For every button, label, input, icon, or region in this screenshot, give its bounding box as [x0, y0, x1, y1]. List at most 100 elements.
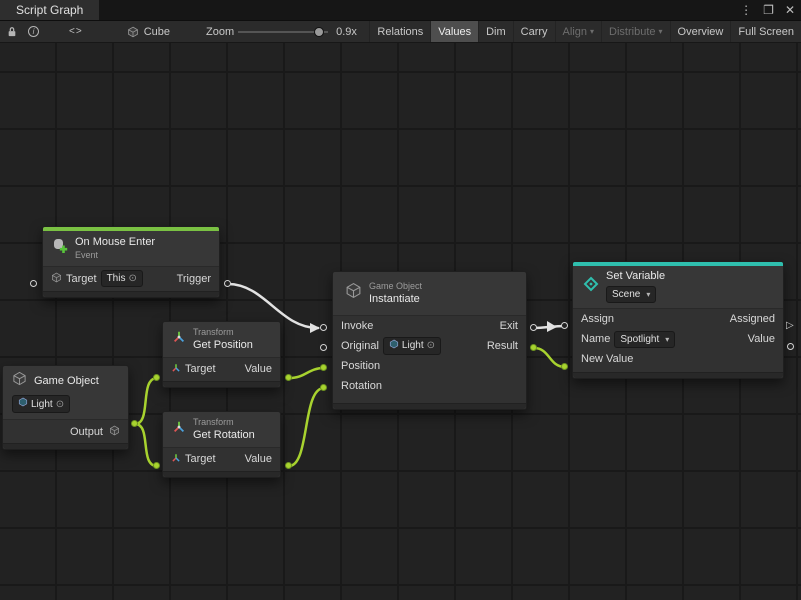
chevron-down-icon: ▾ — [590, 27, 594, 36]
node-title: Get Position — [193, 339, 253, 352]
code-icon[interactable]: <> — [69, 26, 83, 37]
transform-type-icon — [171, 453, 181, 466]
lock-icon[interactable] — [7, 26, 17, 37]
node-header: Game Object — [3, 366, 128, 393]
port-setvariable-newvalue[interactable] — [561, 363, 568, 370]
transform-icon — [172, 420, 186, 439]
node-on-mouse-enter[interactable]: On Mouse Enter Event Target This ⊙ Trigg… — [42, 226, 220, 298]
node-footer — [3, 443, 128, 449]
overview-button[interactable]: Overview — [670, 21, 731, 42]
mouse-enter-event-icon — [52, 238, 68, 259]
menu-icon[interactable]: ⋮ — [740, 3, 752, 17]
node-set-variable[interactable]: Set Variable Scene ▾ Assign Assigned Nam… — [572, 261, 784, 379]
original-object-field[interactable]: Light ⊙ — [383, 337, 441, 355]
port-label-original: Original — [341, 340, 379, 352]
target-picker-icon[interactable]: ⊙ — [128, 272, 136, 285]
wire-arrow-icon — [547, 321, 557, 332]
node-footer — [333, 403, 526, 409]
port-label-result: Result — [487, 340, 518, 352]
port-setvariable-value[interactable] — [787, 343, 794, 350]
node-footer — [163, 381, 280, 387]
graph-canvas[interactable]: On Mouse Enter Event Target This ⊙ Trigg… — [0, 43, 801, 600]
port-label-exit: Exit — [500, 320, 518, 332]
port-instantiate-rotation[interactable] — [320, 384, 327, 391]
port-label-value: Value — [245, 363, 272, 375]
variable-name-dropdown[interactable]: Spotlight ▾ — [614, 331, 675, 348]
port-label-target: Target — [185, 363, 216, 375]
wire-light-to-getrotation — [135, 424, 157, 466]
port-label-target: Target — [185, 453, 216, 465]
distribute-button[interactable]: Distribute ▾ — [601, 21, 669, 42]
port-label-position: Position — [341, 360, 380, 372]
node-instantiate[interactable]: Game Object Instantiate Invoke Exit Orig… — [332, 271, 527, 410]
port-instantiate-exit[interactable] — [530, 324, 537, 331]
node-subtitle: Event — [75, 250, 155, 261]
gameobject-cube-icon — [12, 371, 27, 391]
node-title: Instantiate — [369, 293, 422, 306]
node-title: Set Variable — [606, 270, 665, 283]
wire-rotation-value — [289, 388, 324, 466]
dim-button[interactable]: Dim — [478, 21, 513, 42]
gameobject-type-icon — [18, 397, 28, 411]
close-icon[interactable]: ✕ — [785, 3, 795, 17]
node-header: Transform Get Rotation — [163, 412, 280, 447]
port-label-new-value: New Value — [581, 353, 633, 365]
values-button[interactable]: Values — [430, 21, 478, 42]
zoom-slider-handle[interactable] — [314, 27, 324, 37]
tab-script-graph[interactable]: Script Graph — [0, 0, 99, 20]
zoom-slider[interactable] — [238, 31, 328, 33]
port-instantiate-position[interactable] — [320, 364, 327, 371]
align-button[interactable]: Align ▾ — [555, 21, 601, 42]
port-gameobject-output[interactable] — [131, 420, 138, 427]
carry-button[interactable]: Carry — [513, 21, 555, 42]
node-get-position[interactable]: Transform Get Position Target Value — [162, 321, 281, 388]
zoom-value: 0.9x — [336, 26, 357, 38]
maximize-icon[interactable]: ❐ — [763, 3, 774, 17]
port-instantiate-original[interactable] — [320, 344, 327, 351]
port-getposition-value[interactable] — [285, 374, 292, 381]
graph-owner-label: Cube — [144, 26, 170, 38]
port-label-assign: Assign — [581, 313, 614, 325]
node-footer — [573, 372, 783, 378]
port-setvariable-assigned[interactable]: ▷ — [786, 321, 794, 331]
port-instantiate-invoke[interactable] — [320, 324, 327, 331]
fullscreen-button[interactable]: Full Screen — [730, 21, 801, 42]
node-category: Transform — [193, 417, 255, 428]
transform-type-icon — [171, 363, 181, 376]
gameobject-type-icon — [51, 272, 62, 286]
light-object-field[interactable]: Light ⊙ — [12, 395, 70, 413]
wire-position-value — [289, 368, 324, 378]
variable-scope-dropdown[interactable]: Scene ▾ — [606, 286, 656, 303]
port-getrotation-value[interactable] — [285, 462, 292, 469]
target-picker-icon[interactable]: ⊙ — [427, 339, 435, 352]
node-footer — [43, 291, 219, 297]
port-getposition-target[interactable] — [153, 374, 160, 381]
port-getrotation-target[interactable] — [153, 462, 160, 469]
port-onmouseenter-trigger[interactable] — [224, 280, 231, 287]
node-title: Get Rotation — [193, 429, 255, 442]
cube-object-icon — [127, 26, 139, 38]
port-instantiate-result[interactable] — [530, 344, 537, 351]
port-label-value: Value — [748, 333, 775, 345]
node-title: On Mouse Enter — [75, 236, 155, 249]
port-setvariable-assign[interactable] — [561, 322, 568, 329]
chevron-down-icon: ▾ — [665, 333, 669, 346]
tab-title: Script Graph — [16, 3, 83, 17]
port-onmouseenter-target[interactable] — [30, 280, 37, 287]
gameobject-type-icon — [109, 425, 120, 439]
chevron-down-icon: ▾ — [646, 288, 650, 301]
variable-icon — [583, 276, 599, 297]
node-title: Game Object — [34, 375, 99, 387]
node-get-rotation[interactable]: Transform Get Rotation Target Value — [162, 411, 281, 478]
info-icon[interactable]: i — [28, 26, 39, 37]
node-header: Set Variable Scene ▾ — [573, 266, 783, 308]
node-game-object-literal[interactable]: Game Object Light ⊙ Output — [2, 365, 129, 450]
gameobject-cube-icon — [345, 282, 362, 304]
this-object-field[interactable]: This ⊙ — [101, 270, 143, 287]
target-picker-icon[interactable]: ⊙ — [56, 398, 64, 411]
window-tab-bar: Script Graph ⋮ ❐ ✕ — [0, 0, 801, 21]
port-label-invoke: Invoke — [341, 320, 373, 332]
gameobject-type-icon — [389, 339, 399, 353]
relations-button[interactable]: Relations — [369, 21, 430, 42]
wire-light-to-getposition — [135, 378, 157, 424]
